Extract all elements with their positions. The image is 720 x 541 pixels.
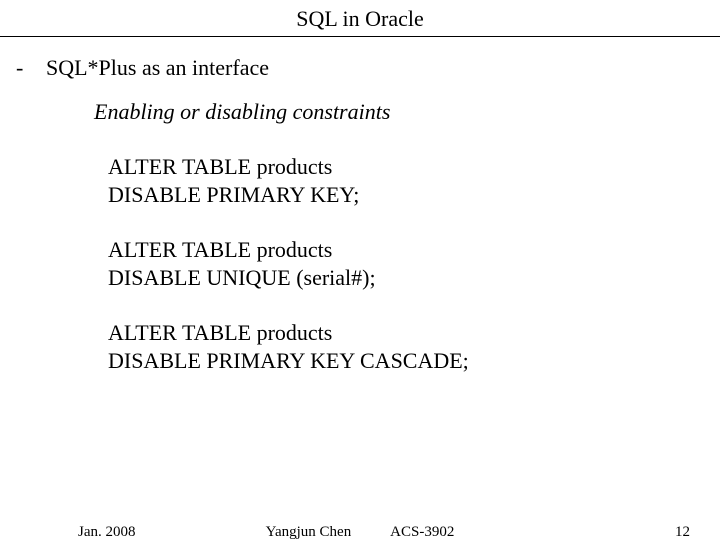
code-line: ALTER TABLE products: [108, 153, 720, 181]
bullet-item: - SQL*Plus as an interface: [0, 55, 720, 81]
footer-page-number: 12: [675, 524, 690, 541]
code-line: DISABLE UNIQUE (serial#);: [108, 264, 720, 292]
code-block-3: ALTER TABLE products DISABLE PRIMARY KEY…: [0, 319, 720, 374]
code-line: DISABLE PRIMARY KEY;: [108, 181, 720, 209]
code-line: ALTER TABLE products: [108, 236, 720, 264]
footer-author: Yangjun Chen: [266, 524, 352, 540]
bullet-text: SQL*Plus as an interface: [46, 55, 269, 81]
slide-title: SQL in Oracle: [0, 0, 720, 37]
code-line: ALTER TABLE products: [108, 319, 720, 347]
section-subtitle: Enabling or disabling constraints: [0, 81, 720, 125]
footer-course: ACS-3902: [390, 524, 454, 540]
code-line: DISABLE PRIMARY KEY CASCADE;: [108, 347, 720, 375]
slide-content: - SQL*Plus as an interface Enabling or d…: [0, 37, 720, 374]
code-block-1: ALTER TABLE products DISABLE PRIMARY KEY…: [0, 153, 720, 208]
code-block-2: ALTER TABLE products DISABLE UNIQUE (ser…: [0, 236, 720, 291]
bullet-marker: -: [16, 55, 46, 81]
